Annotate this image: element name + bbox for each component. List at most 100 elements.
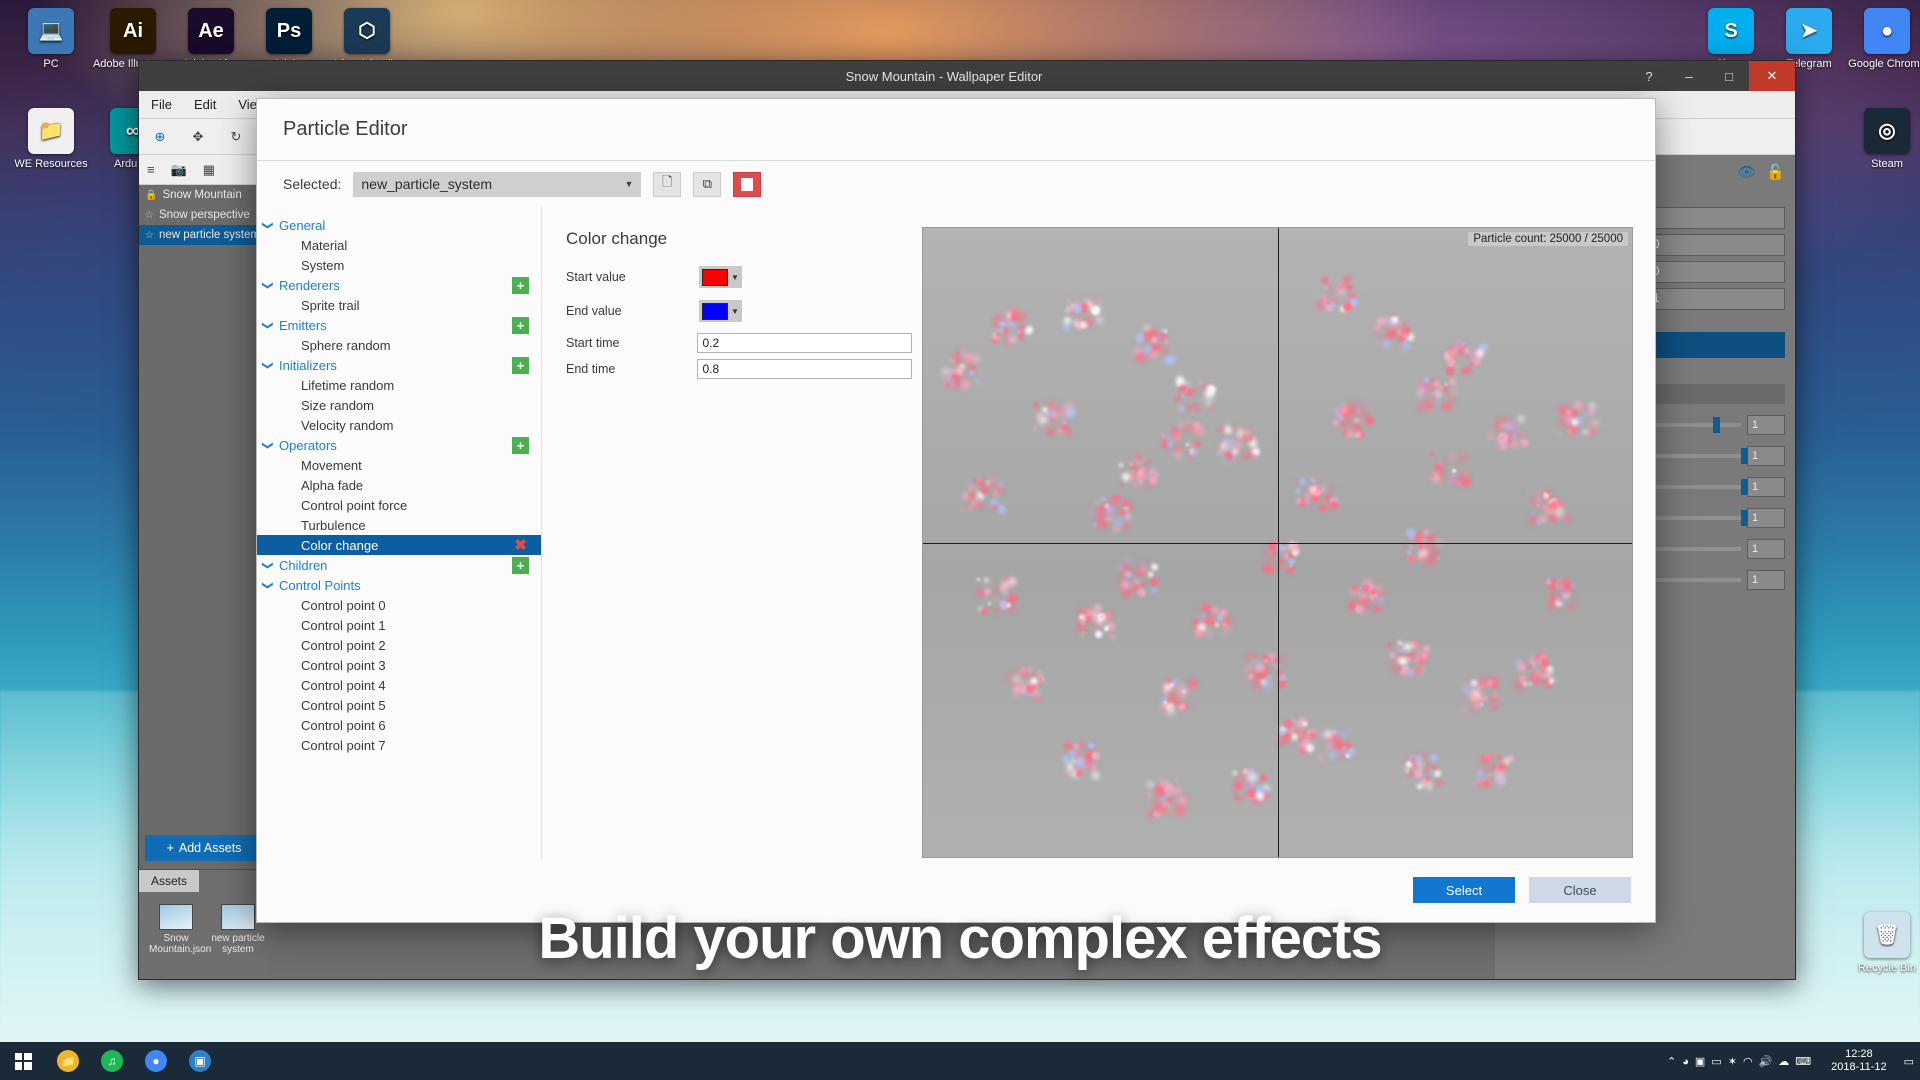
- delete-particle-system-button[interactable]: [733, 171, 762, 197]
- discord-tray-icon[interactable]: ◕: [1682, 1056, 1689, 1068]
- end-time-input[interactable]: 0.8: [697, 359, 912, 379]
- menu-item-file[interactable]: File: [151, 97, 172, 112]
- desktop-icon-we-resources-folder-icon[interactable]: 📁 WE Resources: [8, 108, 94, 170]
- tree-node-control-points[interactable]: ❯ Control Points: [257, 575, 541, 595]
- windows-start-icon[interactable]: [0, 1042, 46, 1080]
- tree-node-control-point-force[interactable]: Control point force: [257, 495, 541, 515]
- maximize-button[interactable]: □: [1709, 61, 1749, 91]
- desktop-icon-steam-icon[interactable]: ◎ Steam: [1844, 108, 1920, 170]
- taskbar-clock[interactable]: 12:28 2018-11-12: [1823, 1048, 1894, 1074]
- slider-value-field[interactable]: 1: [1747, 477, 1785, 497]
- action-center-icon[interactable]: ▭: [1904, 1055, 1914, 1068]
- close-button[interactable]: ✕: [1749, 61, 1795, 91]
- tree-node-initializers[interactable]: ❯ Initializers +: [257, 355, 541, 375]
- add-assets-button[interactable]: + Add Assets: [145, 835, 263, 861]
- tab-assets[interactable]: Assets: [139, 870, 200, 892]
- tree-node-lifetime-random[interactable]: Lifetime random: [257, 375, 541, 395]
- chevron-down-icon[interactable]: ❯: [262, 354, 275, 376]
- menu-item-edit[interactable]: Edit: [194, 97, 216, 112]
- tree-node-size-random[interactable]: Size random: [257, 395, 541, 415]
- volume-tray-icon[interactable]: 🔊: [1759, 1056, 1773, 1068]
- slider-knob[interactable]: [1741, 479, 1748, 495]
- tree-node-control-point-7[interactable]: Control point 7: [257, 735, 541, 755]
- slider-value-field[interactable]: 1: [1747, 570, 1785, 590]
- minimize-button[interactable]: –: [1669, 61, 1709, 91]
- chevron-down-icon[interactable]: ❯: [262, 574, 275, 596]
- start-value-color-picker[interactable]: ▼: [699, 266, 742, 288]
- end-value-color-picker[interactable]: ▼: [699, 300, 742, 322]
- slider-knob[interactable]: [1741, 510, 1748, 526]
- move-tool-icon[interactable]: ⊕: [149, 126, 171, 148]
- file-explorer-icon[interactable]: 📁: [46, 1042, 90, 1080]
- add-component-button[interactable]: +: [512, 316, 529, 334]
- rotation-y-field[interactable]: 0: [1647, 261, 1785, 283]
- chevron-down-icon[interactable]: ❯: [262, 554, 275, 576]
- tree-node-control-point-0[interactable]: Control point 0: [257, 595, 541, 615]
- tree-node-renderers[interactable]: ❯ Renderers +: [257, 275, 541, 295]
- slider-knob[interactable]: [1741, 448, 1748, 464]
- monitor-tray-icon[interactable]: ▭: [1711, 1056, 1721, 1068]
- particle-preview-viewport[interactable]: Particle count: 25000 / 25000: [922, 227, 1633, 858]
- help-button[interactable]: ?: [1629, 61, 1669, 91]
- network-tray-icon[interactable]: ◠: [1743, 1056, 1753, 1068]
- tree-node-sphere-random[interactable]: Sphere random: [257, 335, 541, 355]
- desktop-icon-computer-icon[interactable]: 💻 PC: [8, 8, 94, 70]
- layers-list-icon[interactable]: ≡: [147, 162, 155, 177]
- chevron-down-icon[interactable]: ❯: [262, 314, 275, 336]
- add-component-button[interactable]: +: [512, 436, 529, 454]
- transform-y-field[interactable]: 0: [1647, 234, 1785, 256]
- add-component-button[interactable]: +: [512, 276, 529, 294]
- add-component-button[interactable]: +: [512, 556, 529, 574]
- layer-row[interactable]: ☆ new particle system: [139, 225, 269, 245]
- tree-node-children[interactable]: ❯ Children +: [257, 555, 541, 575]
- desktop-icon-google-chrome-icon[interactable]: ● Google Chrome: [1844, 8, 1920, 70]
- remove-component-button[interactable]: ✖: [512, 537, 529, 554]
- select-button[interactable]: Select: [1413, 877, 1515, 903]
- rotate-tool-icon[interactable]: ↻: [225, 126, 247, 148]
- slider-value-field[interactable]: 1: [1747, 508, 1785, 528]
- chevron-down-icon[interactable]: ❯: [262, 434, 275, 456]
- pan-tool-icon[interactable]: ✥: [187, 126, 209, 148]
- tree-node-turbulence[interactable]: Turbulence: [257, 515, 541, 535]
- add-component-button[interactable]: +: [512, 356, 529, 374]
- tree-node-color-change[interactable]: Color change ✖: [257, 535, 541, 555]
- slider-value-field[interactable]: 1: [1747, 415, 1785, 435]
- wallpaper-engine-tray-icon[interactable]: ▣: [1695, 1056, 1705, 1068]
- chevron-down-icon[interactable]: ❯: [262, 274, 275, 296]
- tree-node-emitters[interactable]: ❯ Emitters +: [257, 315, 541, 335]
- tree-node-alpha-fade[interactable]: Alpha fade: [257, 475, 541, 495]
- tree-node-control-point-5[interactable]: Control point 5: [257, 695, 541, 715]
- tree-node-control-point-6[interactable]: Control point 6: [257, 715, 541, 735]
- slider-value-field[interactable]: 1: [1747, 446, 1785, 466]
- close-button[interactable]: Close: [1529, 877, 1631, 903]
- wallpaper-engine-icon[interactable]: ▣: [178, 1042, 222, 1080]
- camera-icon[interactable]: 📷: [171, 162, 187, 178]
- tree-node-material[interactable]: Material: [257, 235, 541, 255]
- tree-node-movement[interactable]: Movement: [257, 455, 541, 475]
- show-hidden-icons[interactable]: ⌃: [1667, 1056, 1676, 1068]
- duplicate-particle-system-button[interactable]: ⧉: [693, 171, 722, 197]
- unlock-icon[interactable]: 🔓: [1766, 163, 1785, 181]
- tree-node-control-point-2[interactable]: Control point 2: [257, 635, 541, 655]
- eye-visibility-icon[interactable]: 👁: [1737, 163, 1756, 181]
- tree-node-sprite-trail[interactable]: Sprite trail: [257, 295, 541, 315]
- tree-node-operators[interactable]: ❯ Operators +: [257, 435, 541, 455]
- tree-node-velocity-random[interactable]: Velocity random: [257, 415, 541, 435]
- slider-knob[interactable]: [1712, 417, 1720, 433]
- tree-node-control-point-4[interactable]: Control point 4: [257, 675, 541, 695]
- spotify-icon[interactable]: ♫: [90, 1042, 134, 1080]
- layer-row[interactable]: 🔒 Snow Mountain: [139, 185, 269, 205]
- start-time-input[interactable]: 0.2: [697, 333, 912, 353]
- keyboard-layout-tray-icon[interactable]: ⌨: [1795, 1056, 1811, 1068]
- new-particle-system-button[interactable]: 🗋: [653, 171, 682, 197]
- scale-y-field[interactable]: 1: [1647, 288, 1785, 310]
- tree-node-control-point-3[interactable]: Control point 3: [257, 655, 541, 675]
- onedrive-tray-icon[interactable]: ☁: [1778, 1056, 1789, 1068]
- slider-value-field[interactable]: 1: [1747, 539, 1785, 559]
- bluetooth-tray-icon[interactable]: ✶: [1728, 1056, 1737, 1068]
- tree-node-system[interactable]: System: [257, 255, 541, 275]
- particle-system-dropdown[interactable]: new_particle_system ▼: [353, 171, 642, 197]
- tree-node-control-point-1[interactable]: Control point 1: [257, 615, 541, 635]
- layer-row[interactable]: ☆ Snow perspective: [139, 205, 269, 225]
- google-chrome-icon[interactable]: ●: [134, 1042, 178, 1080]
